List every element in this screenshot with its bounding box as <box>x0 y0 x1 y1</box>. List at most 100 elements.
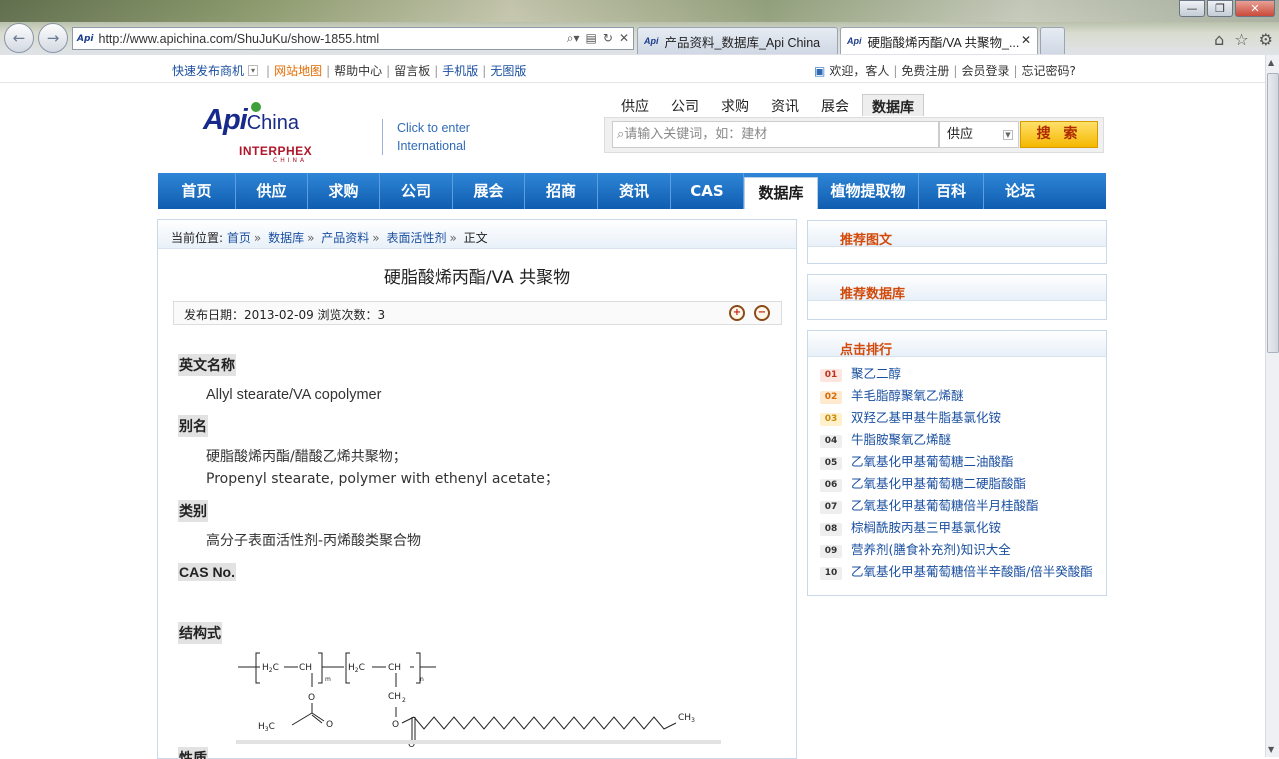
rank-link[interactable]: 乙氧基化甲基葡萄糖二硬脂酸酯 <box>851 473 1026 492</box>
nav-expo[interactable]: 展会 <box>453 173 525 209</box>
divider: | <box>893 63 898 78</box>
breadcrumb-product[interactable]: 产品资料 <box>321 231 369 245</box>
rank-link[interactable]: 乙氧基化甲基葡萄糖倍半月桂酸酯 <box>851 495 1039 514</box>
list-item: 07 乙氧基化甲基葡萄糖倍半月桂酸酯 <box>820 493 1106 515</box>
breadcrumb-category[interactable]: 表面活性剂 <box>386 231 446 245</box>
search-input[interactable]: ⌕请输入关键词，如：建材 <box>612 121 939 148</box>
stop-icon[interactable]: ✕ <box>619 31 629 46</box>
rank-link[interactable]: 棕榈酰胺丙基三甲基氯化铵 <box>851 517 1001 536</box>
enter-line2[interactable]: International <box>397 137 470 155</box>
breadcrumb-database[interactable]: 数据库 <box>268 231 304 245</box>
nav-company[interactable]: 公司 <box>380 173 453 209</box>
close-window-button[interactable]: ✕ <box>1235 0 1275 17</box>
recommend-pics-panel: 推荐图文 <box>807 220 1107 264</box>
rank-link[interactable]: 乙氧基化甲基葡萄糖倍半辛酸酯/倍半癸酸酯 <box>851 561 1093 580</box>
mobile-link[interactable]: 手机版 <box>442 62 478 79</box>
enter-line1[interactable]: Click to enter <box>397 119 470 137</box>
international-link[interactable]: Click to enter International <box>397 119 470 155</box>
rank-link[interactable]: 营养剂(膳食补充剂)知识大全 <box>851 539 1011 558</box>
forgot-password-link[interactable]: 忘记密码? <box>1022 62 1076 79</box>
sitemap-link[interactable]: 网站地图 <box>274 62 322 79</box>
quick-post-link[interactable]: 快速发布商机 <box>172 62 244 79</box>
rank-link[interactable]: 乙氧基化甲基葡萄糖二油酸酯 <box>851 451 1014 470</box>
section-category: 类别 <box>178 500 208 522</box>
search-tab-supply[interactable]: 供应 <box>612 94 658 116</box>
rank-link[interactable]: 聚乙二醇 <box>851 363 901 382</box>
ranking-panel: 点击排行 01 聚乙二醇 02 羊毛脂醇聚氧乙烯醚 03 双羟乙基甲基牛脂基氯化铵 0… <box>807 330 1107 596</box>
chevron-down-icon[interactable]: ▾ <box>248 65 259 76</box>
search-category-select[interactable]: 供应 ▼ <box>939 121 1019 148</box>
rank-number: 09 <box>820 544 842 558</box>
list-item: 05 乙氧基化甲基葡萄糖二油酸酯 <box>820 449 1106 471</box>
svg-text:CH3: CH3 <box>678 713 695 724</box>
new-tab-button[interactable] <box>1040 27 1065 54</box>
rank-number: 07 <box>820 500 842 514</box>
rank-link[interactable]: 羊毛脂醇聚氧乙烯醚 <box>851 385 964 404</box>
breadcrumb-home[interactable]: 首页 <box>227 231 251 245</box>
nav-invest[interactable]: 招商 <box>525 173 598 209</box>
svg-text:CH: CH <box>388 692 401 702</box>
rank-number: 02 <box>820 390 842 404</box>
search-placeholder: 请输入关键词，如：建材 <box>624 127 768 142</box>
nav-encyclopedia[interactable]: 百科 <box>919 173 984 209</box>
rank-link[interactable]: 牛脂胺聚氧乙烯醚 <box>851 429 951 448</box>
forward-button[interactable]: → <box>38 23 68 53</box>
logo-china: China <box>246 112 299 134</box>
scroll-up-icon[interactable]: ▲ <box>1268 58 1274 67</box>
scrollbar-thumb[interactable] <box>1267 73 1279 353</box>
rank-number: 04 <box>820 434 842 448</box>
ranking-title: 点击排行 <box>808 331 1106 358</box>
compat-view-icon[interactable]: ▤ <box>586 31 597 46</box>
browser-tab[interactable]: Api 产品资料_数据库_Api China <box>637 27 838 54</box>
nav-plant-extract[interactable]: 植物提取物 <box>818 173 919 209</box>
breadcrumb: 当前位置: 首页» 数据库» 产品资料» 表面活性剂» 正文 <box>158 220 796 249</box>
help-link[interactable]: 帮助中心 <box>334 62 382 79</box>
close-tab-icon[interactable]: ✕ <box>1021 33 1031 47</box>
nav-forum[interactable]: 论坛 <box>984 173 1056 209</box>
minimize-button[interactable]: — <box>1179 0 1205 17</box>
url-text[interactable]: http://www.apichina.com/ShuJuKu/show-185… <box>99 32 380 46</box>
maximize-button[interactable]: ❐ <box>1207 0 1233 17</box>
no-image-link[interactable]: 无图版 <box>490 62 526 79</box>
zoom-in-icon[interactable]: + <box>729 305 745 321</box>
list-item: 10 乙氧基化甲基葡萄糖倍半辛酸酯/倍半癸酸酯 <box>820 559 1106 581</box>
refresh-icon[interactable]: ↻ <box>603 31 613 46</box>
recommend-pics-title: 推荐图文 <box>808 221 1106 248</box>
search-tab-expo[interactable]: 展会 <box>812 94 858 116</box>
scroll-down-icon[interactable]: ▼ <box>1268 745 1274 754</box>
search-tab-company[interactable]: 公司 <box>662 94 708 116</box>
divider: | <box>482 63 487 78</box>
ranking-list: 01 聚乙二醇 02 羊毛脂醇聚氧乙烯醚 03 双羟乙基甲基牛脂基氯化铵 04 牛脂胺聚… <box>808 357 1106 581</box>
nav-cas[interactable]: CAS <box>671 173 744 209</box>
search-icon[interactable]: ⌕▾ <box>567 31 580 46</box>
register-link[interactable]: 免费注册 <box>901 62 949 79</box>
tab-label: 产品资料_数据库_Api China <box>664 35 821 50</box>
back-button[interactable]: ← <box>4 23 34 53</box>
nav-home[interactable]: 首页 <box>158 173 236 209</box>
login-link[interactable]: 会员登录 <box>961 62 1009 79</box>
nav-supply[interactable]: 供应 <box>236 173 308 209</box>
address-bar[interactable]: Api http://www.apichina.com/ShuJuKu/show… <box>72 27 634 50</box>
nav-database[interactable]: 数据库 <box>744 177 818 209</box>
svg-text:CH: CH <box>388 663 401 673</box>
zoom-out-icon[interactable]: − <box>754 305 770 321</box>
browser-tab-active[interactable]: Api 硬脂酸烯丙酯/VA 共聚物_... ✕ <box>840 27 1038 54</box>
home-icon[interactable]: ⌂ <box>1214 30 1224 49</box>
divider: | <box>1013 63 1018 78</box>
article-meta: 发布日期：2013-02-09 浏览次数：3 + − <box>173 301 782 325</box>
svg-text:O: O <box>392 720 399 730</box>
rank-link[interactable]: 双羟乙基甲基牛脂基氯化铵 <box>851 407 1001 426</box>
nav-news[interactable]: 资讯 <box>598 173 671 209</box>
favorites-star-icon[interactable]: ☆ <box>1234 30 1248 49</box>
search-tab-database[interactable]: 数据库 <box>862 94 924 116</box>
search-tab-news[interactable]: 资讯 <box>762 94 808 116</box>
settings-gear-icon[interactable]: ⚙ <box>1259 30 1273 49</box>
search-button[interactable]: 搜 索 <box>1020 121 1098 148</box>
page-scrollbar[interactable]: ▲ ▼ <box>1265 55 1279 757</box>
site-logo[interactable]: ApiChina INTERPHEX CHINA <box>203 102 312 164</box>
nav-buy[interactable]: 求购 <box>308 173 380 209</box>
guestbook-link[interactable]: 留言板 <box>394 62 430 79</box>
svg-text:H2C: H2C <box>348 663 365 674</box>
recommend-db-title: 推荐数据库 <box>808 275 1106 302</box>
search-tab-buy[interactable]: 求购 <box>712 94 758 116</box>
